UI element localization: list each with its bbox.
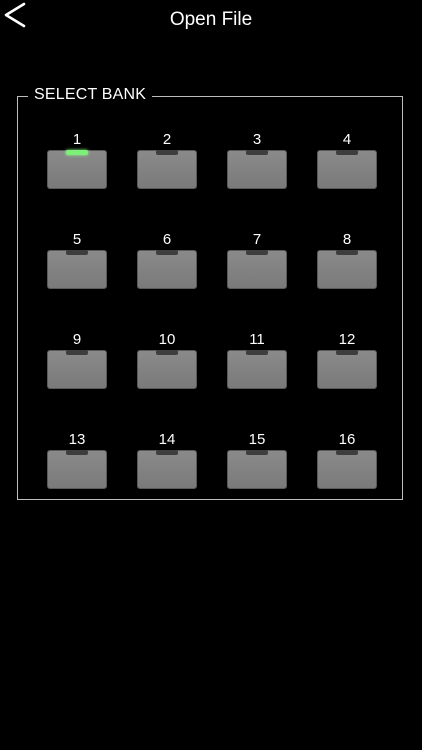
bank-button-2[interactable]: 2	[137, 131, 197, 195]
folder-slot-icon	[137, 250, 197, 289]
folder-slot-icon	[317, 150, 377, 189]
bank-button-13[interactable]: 13	[47, 431, 107, 495]
bank-button-12[interactable]: 12	[317, 331, 377, 395]
slot-indicator	[246, 150, 268, 155]
bank-button-4[interactable]: 4	[317, 131, 377, 195]
folder-slot-icon	[137, 150, 197, 189]
slot-indicator	[66, 450, 88, 455]
bank-number: 13	[68, 431, 86, 448]
bank-number: 8	[342, 231, 352, 248]
slot-indicator	[336, 350, 358, 355]
slot-indicator	[156, 350, 178, 355]
bank-number: 1	[72, 131, 82, 148]
slot-indicator	[246, 450, 268, 455]
bank-button-9[interactable]: 9	[47, 331, 107, 395]
bank-button-7[interactable]: 7	[227, 231, 287, 295]
slot-indicator	[246, 250, 268, 255]
bank-number: 15	[248, 431, 266, 448]
folder-slot-icon	[137, 350, 197, 389]
bank-number: 6	[162, 231, 172, 248]
bank-number: 5	[72, 231, 82, 248]
bank-number: 14	[158, 431, 176, 448]
bank-button-1[interactable]: 1	[47, 131, 107, 195]
slot-indicator	[336, 250, 358, 255]
slot-indicator	[156, 250, 178, 255]
bank-button-8[interactable]: 8	[317, 231, 377, 295]
slot-indicator	[66, 250, 88, 255]
select-bank-panel: SELECT BANK 1 2 3 4 5 6 7 8 9 10 11 12 13 14 15 16	[17, 85, 403, 500]
slot-indicator	[66, 350, 88, 355]
bank-number: 10	[158, 331, 176, 348]
slot-indicator	[336, 450, 358, 455]
bank-number: 4	[342, 131, 352, 148]
slot-indicator	[156, 450, 178, 455]
slot-indicator	[156, 150, 178, 155]
bank-number: 9	[72, 331, 82, 348]
bank-number: 3	[252, 131, 262, 148]
folder-slot-icon	[47, 450, 107, 489]
folder-slot-icon	[137, 450, 197, 489]
bank-button-16[interactable]: 16	[317, 431, 377, 495]
panel-legend: SELECT BANK	[28, 85, 153, 105]
bank-button-14[interactable]: 14	[137, 431, 197, 495]
bank-number: 16	[338, 431, 356, 448]
bank-number: 12	[338, 331, 356, 348]
bank-number: 11	[249, 331, 265, 348]
folder-slot-icon	[47, 250, 107, 289]
folder-slot-icon	[47, 350, 107, 389]
folder-slot-icon	[47, 150, 107, 189]
folder-slot-icon	[227, 250, 287, 289]
bank-button-6[interactable]: 6	[137, 231, 197, 295]
bank-button-11[interactable]: 11	[227, 331, 287, 395]
slot-indicator	[246, 350, 268, 355]
bank-number: 7	[252, 231, 262, 248]
folder-slot-icon	[227, 350, 287, 389]
folder-slot-icon	[317, 250, 377, 289]
page-title: Open File	[169, 9, 253, 30]
slot-indicator	[336, 150, 358, 155]
folder-slot-icon	[317, 350, 377, 389]
bank-button-10[interactable]: 10	[137, 331, 197, 395]
folder-slot-icon	[227, 450, 287, 489]
folder-slot-icon	[227, 150, 287, 189]
bank-button-15[interactable]: 15	[227, 431, 287, 495]
bank-button-3[interactable]: 3	[227, 131, 287, 195]
folder-slot-icon	[317, 450, 377, 489]
bank-number: 2	[162, 131, 172, 148]
bank-button-5[interactable]: 5	[47, 231, 107, 295]
nav-bar: Open File	[0, 0, 422, 44]
selected-indicator	[66, 150, 88, 155]
